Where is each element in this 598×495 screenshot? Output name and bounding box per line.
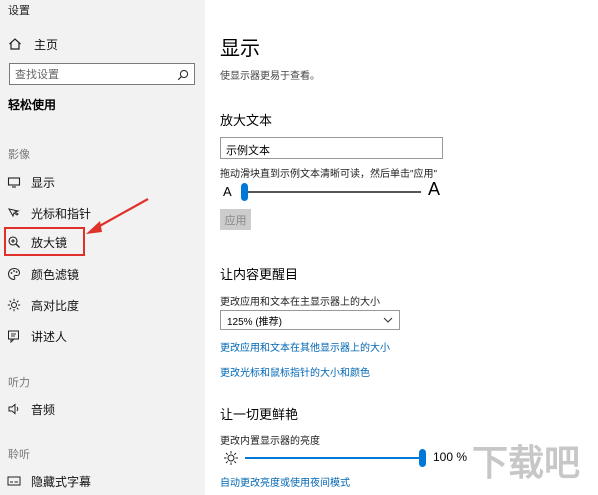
palette-icon — [7, 267, 21, 281]
search-box[interactable]: 查找设置 — [9, 63, 195, 85]
sidebar-item-label: 音频 — [31, 402, 56, 417]
sidebar-item-cursor[interactable]: 光标和指针 — [0, 201, 205, 225]
annotation-highlight-box — [4, 227, 85, 256]
brightness-slider[interactable]: 100 % — [223, 448, 468, 468]
sidebar-item-captions[interactable]: 隐藏式字幕 — [0, 469, 205, 493]
chevron-down-icon — [383, 317, 393, 323]
sidebar-item-label: 颜色滤镜 — [31, 267, 80, 282]
scale-label: 更改应用和文本在主显示器上的大小 — [220, 297, 380, 308]
window-title: 设置 — [8, 5, 30, 17]
sidebar-item-label: 光标和指针 — [31, 206, 92, 221]
group-vision: 影像 — [8, 149, 30, 161]
contrast-icon — [7, 298, 21, 312]
big-a-label: A — [428, 179, 441, 199]
page-title: 显示 — [220, 38, 260, 60]
search-input[interactable]: 查找设置 — [15, 66, 177, 82]
main-content: 显示 使显示器更易于查看。 放大文本 示例文本 拖动滑块直到示例文本清晰可读，然… — [205, 0, 598, 495]
group-interaction: 聆听 — [8, 449, 30, 461]
monitor-icon — [7, 175, 21, 189]
home-label: 主页 — [34, 37, 59, 52]
speaker-icon — [7, 402, 21, 416]
slider-thumb[interactable] — [241, 183, 248, 201]
sidebar-item-color-filters[interactable]: 颜色滤镜 — [0, 262, 205, 286]
small-a-label: A — [223, 184, 232, 199]
text-size-instruction: 拖动滑块直到示例文本清晰可读，然后单击"应用" — [220, 169, 438, 180]
narrator-icon — [7, 329, 21, 343]
other-display-size-link[interactable]: 更改应用和文本在其他显示器上的大小 — [220, 339, 390, 354]
sidebar-item-label: 讲述人 — [31, 329, 68, 344]
group-hearing: 听力 — [8, 377, 30, 389]
search-icon[interactable] — [177, 68, 189, 81]
sidebar-item-display[interactable]: 显示 — [0, 170, 205, 194]
home-icon — [8, 37, 22, 51]
sidebar-item-label: 隐藏式字幕 — [31, 474, 92, 489]
brightness-heading: 让一切更鲜艳 — [220, 407, 299, 422]
text-size-heading: 放大文本 — [220, 113, 273, 128]
watermark-logo: 下载吧 — [472, 443, 580, 484]
brightness-label: 更改内置显示器的亮度 — [220, 436, 320, 447]
sidebar-item-narrator[interactable]: 讲述人 — [0, 324, 205, 348]
text-size-slider[interactable]: A A — [223, 179, 443, 204]
section-title: 轻松使用 — [8, 98, 57, 112]
sidebar-item-audio[interactable]: 音频 — [0, 397, 205, 421]
cursor-icon — [7, 206, 21, 220]
svg-text:下载吧: 下载吧 — [472, 443, 580, 484]
cursor-size-link[interactable]: 更改光标和鼠标指针的大小和颜色 — [220, 364, 370, 379]
auto-brightness-link[interactable]: 自动更改亮度或使用夜间模式 — [220, 474, 350, 489]
sidebar-item-label: 显示 — [31, 175, 56, 190]
page-description: 使显示器更易于查看。 — [220, 71, 320, 82]
scale-dropdown[interactable]: 125% (推荐) — [220, 310, 400, 330]
sun-icon — [224, 451, 238, 465]
brightness-thumb[interactable] — [419, 449, 426, 467]
slider-track[interactable] — [243, 191, 421, 193]
sidebar-item-label: 高对比度 — [31, 298, 80, 313]
scale-selected-value: 125% (推荐) — [227, 316, 283, 328]
apply-button[interactable]: 应用 — [220, 209, 251, 230]
captions-icon — [7, 474, 21, 488]
sidebar: 设置 主页 查找设置 轻松使用 影像 显示 光标和指针 放大镜 颜色滤镜 高对比… — [0, 0, 205, 495]
home-link[interactable]: 主页 — [8, 36, 58, 52]
make-bigger-heading: 让内容更醒目 — [220, 267, 299, 282]
sample-text-field[interactable]: 示例文本 — [220, 137, 443, 159]
brightness-track[interactable] — [245, 457, 422, 459]
sidebar-item-high-contrast[interactable]: 高对比度 — [0, 293, 205, 317]
